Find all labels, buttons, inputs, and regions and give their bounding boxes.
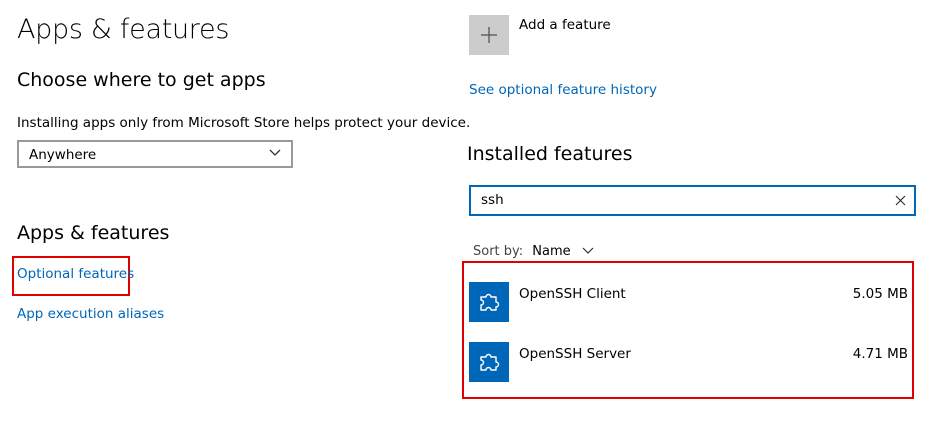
chevron-down-icon bbox=[582, 247, 594, 254]
add-feature-button[interactable] bbox=[469, 15, 509, 55]
feature-size: 4.71 MB bbox=[852, 346, 908, 362]
app-source-value: Anywhere bbox=[29, 147, 97, 163]
choose-where-heading: Choose where to get apps bbox=[17, 69, 266, 91]
add-feature-label[interactable]: Add a feature bbox=[519, 17, 611, 33]
apps-features-heading: Apps & features bbox=[17, 222, 170, 244]
clear-search-icon[interactable] bbox=[895, 195, 906, 206]
feature-size: 5.05 MB bbox=[852, 286, 908, 302]
puzzle-icon bbox=[469, 342, 509, 382]
puzzle-icon bbox=[469, 282, 509, 322]
feature-list-item[interactable]: OpenSSH Server 4.71 MB bbox=[469, 342, 909, 382]
installed-features-heading: Installed features bbox=[467, 143, 633, 165]
page-title: Apps & features bbox=[17, 14, 230, 45]
optional-features-link[interactable]: Optional features bbox=[17, 266, 134, 282]
sort-value: Name bbox=[532, 244, 571, 259]
chevron-down-icon bbox=[269, 149, 281, 156]
app-execution-aliases-link[interactable]: App execution aliases bbox=[17, 306, 164, 322]
sort-label: Sort by: bbox=[473, 244, 524, 259]
feature-list-item[interactable]: OpenSSH Client 5.05 MB bbox=[469, 282, 909, 322]
installed-features-search[interactable]: ssh bbox=[469, 185, 916, 216]
feature-history-link[interactable]: See optional feature history bbox=[469, 82, 657, 98]
feature-name: OpenSSH Server bbox=[519, 346, 631, 362]
feature-name: OpenSSH Client bbox=[519, 286, 626, 302]
search-input-value[interactable]: ssh bbox=[481, 192, 504, 208]
sort-control[interactable]: Sort by: Name bbox=[473, 240, 594, 259]
app-source-dropdown[interactable]: Anywhere bbox=[17, 140, 293, 168]
plus-icon bbox=[481, 27, 497, 43]
choose-where-description: Installing apps only from Microsoft Stor… bbox=[17, 115, 471, 131]
